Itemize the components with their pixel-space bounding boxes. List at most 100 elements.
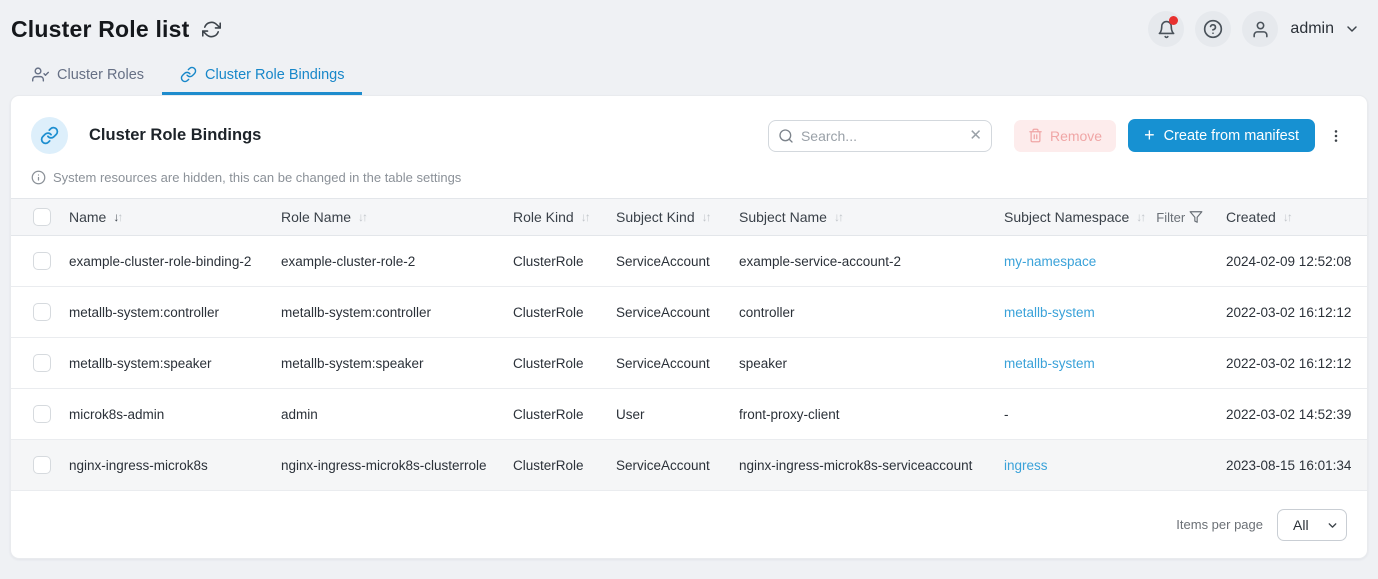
refresh-icon[interactable]: [202, 20, 221, 39]
column-label: Subject Kind: [616, 209, 695, 225]
cell-subject-name: front-proxy-client: [739, 407, 1004, 422]
cell-created: 2022-03-02 16:12:12: [1226, 356, 1367, 371]
cell-subject-name: controller: [739, 305, 1004, 320]
checkbox-cell: [11, 354, 69, 372]
help-button[interactable]: [1195, 11, 1231, 47]
clear-icon[interactable]: ✕: [969, 127, 982, 145]
column-label: Subject Name: [739, 209, 827, 225]
info-icon: [31, 170, 46, 185]
cell-role-kind: ClusterRole: [513, 254, 616, 269]
cell-role-name: example-cluster-role-2: [281, 254, 513, 269]
tab-label: Cluster Role Bindings: [205, 67, 344, 83]
column-header-subject-kind[interactable]: Subject Kind ↓↑: [616, 209, 739, 225]
cell-name: metallb-system:speaker: [69, 356, 281, 371]
table-body: example-cluster-role-binding-2 example-c…: [11, 236, 1367, 491]
row-checkbox[interactable]: [33, 252, 51, 270]
row-checkbox[interactable]: [33, 354, 51, 372]
items-per-page-select[interactable]: All: [1277, 509, 1347, 541]
sort-icons: ↓↑: [581, 210, 589, 224]
tab-cluster-roles[interactable]: Cluster Roles: [14, 60, 162, 95]
cell-role-kind: ClusterRole: [513, 407, 616, 422]
cell-name: nginx-ingress-microk8s: [69, 458, 281, 473]
checkbox-cell: [11, 303, 69, 321]
namespace-filter-button[interactable]: Filter: [1156, 210, 1203, 225]
user-icon: [1251, 20, 1270, 39]
cell-subject-name: nginx-ingress-microk8s-serviceaccount: [739, 458, 1004, 473]
search-input[interactable]: [768, 120, 992, 152]
column-label: Role Name: [281, 209, 351, 225]
column-label: Created: [1226, 209, 1276, 225]
column-header-subject-name[interactable]: Subject Name ↓↑: [739, 209, 1004, 225]
cell-role-kind: ClusterRole: [513, 305, 616, 320]
search-box: ✕: [768, 120, 992, 152]
checkbox-cell: [11, 456, 69, 474]
table-row[interactable]: metallb-system:controller metallb-system…: [11, 287, 1367, 338]
avatar: [1242, 11, 1278, 47]
items-per-page-label: Items per page: [1176, 517, 1263, 532]
cell-subject-kind: ServiceAccount: [616, 458, 739, 473]
row-checkbox[interactable]: [33, 405, 51, 423]
filter-label: Filter: [1156, 210, 1185, 225]
table-footer: Items per page All: [11, 491, 1367, 558]
checkbox-cell: [11, 252, 69, 270]
cell-created: 2022-03-02 16:12:12: [1226, 305, 1367, 320]
chevron-down-icon: [1344, 21, 1360, 37]
cell-subject-kind: ServiceAccount: [616, 356, 739, 371]
sort-icons: ↓↑: [1136, 210, 1144, 224]
cell-role-name: nginx-ingress-microk8s-clusterrole: [281, 458, 513, 473]
cell-role-name: metallb-system:controller: [281, 305, 513, 320]
kebab-menu-icon[interactable]: [1325, 123, 1347, 149]
tab-cluster-role-bindings[interactable]: Cluster Role Bindings: [162, 60, 362, 95]
namespace-link[interactable]: metallb-system: [1004, 305, 1226, 320]
table-row[interactable]: metallb-system:speaker metallb-system:sp…: [11, 338, 1367, 389]
remove-button-label: Remove: [1050, 128, 1102, 144]
row-checkbox[interactable]: [33, 303, 51, 321]
info-message: System resources are hidden, this can be…: [53, 170, 461, 185]
cell-subject-kind: User: [616, 407, 739, 422]
row-checkbox[interactable]: [33, 456, 51, 474]
table-row[interactable]: microk8s-admin admin ClusterRole User fr…: [11, 389, 1367, 440]
column-header-subject-namespace[interactable]: Subject Namespace ↓↑ Filter: [1004, 209, 1226, 225]
cell-role-name: metallb-system:speaker: [281, 356, 513, 371]
cell-subject-namespace: -: [1004, 407, 1226, 422]
user-menu[interactable]: admin: [1231, 11, 1360, 47]
cell-name: microk8s-admin: [69, 407, 281, 422]
column-label: Name: [69, 209, 106, 225]
card-header: Cluster Role Bindings ✕ Remove + Create …: [11, 96, 1367, 154]
column-header-created[interactable]: Created ↓↑: [1226, 209, 1367, 225]
sort-icons: ↓↑: [702, 210, 710, 224]
column-header-role-kind[interactable]: Role Kind ↓↑: [513, 209, 616, 225]
namespace-link[interactable]: ingress: [1004, 458, 1226, 473]
user-label: admin: [1290, 20, 1334, 38]
create-from-manifest-button[interactable]: + Create from manifest: [1128, 119, 1315, 152]
cell-subject-kind: ServiceAccount: [616, 254, 739, 269]
items-per-page-select-wrap: All: [1277, 509, 1347, 541]
column-label: Subject Namespace: [1004, 209, 1129, 225]
column-header-role-name[interactable]: Role Name ↓↑: [281, 209, 513, 225]
checkbox-cell: [11, 405, 69, 423]
plus-icon: +: [1144, 126, 1155, 144]
cell-role-kind: ClusterRole: [513, 458, 616, 473]
link-icon: [31, 117, 68, 154]
tab-label: Cluster Roles: [57, 67, 144, 83]
select-all-checkbox[interactable]: [33, 208, 51, 226]
table-row[interactable]: nginx-ingress-microk8s nginx-ingress-mic…: [11, 440, 1367, 491]
sort-icons: ↓↑: [1283, 210, 1291, 224]
select-all-cell: [11, 208, 69, 226]
column-header-name[interactable]: Name ↓↑: [69, 209, 281, 225]
cell-name: example-cluster-role-binding-2: [69, 254, 281, 269]
notifications-button[interactable]: [1148, 11, 1184, 47]
namespace-link[interactable]: metallb-system: [1004, 356, 1226, 371]
notification-badge: [1169, 16, 1178, 25]
table-row[interactable]: example-cluster-role-binding-2 example-c…: [11, 236, 1367, 287]
help-icon: [1203, 19, 1223, 39]
card-title: Cluster Role Bindings: [89, 126, 261, 145]
namespace-link[interactable]: my-namespace: [1004, 254, 1226, 269]
user-check-icon: [32, 66, 49, 83]
trash-icon: [1028, 128, 1043, 143]
search-icon: [778, 128, 794, 144]
cell-subject-name: speaker: [739, 356, 1004, 371]
sort-icons: ↓↑: [358, 210, 366, 224]
cell-role-name: admin: [281, 407, 513, 422]
remove-button[interactable]: Remove: [1014, 120, 1116, 152]
